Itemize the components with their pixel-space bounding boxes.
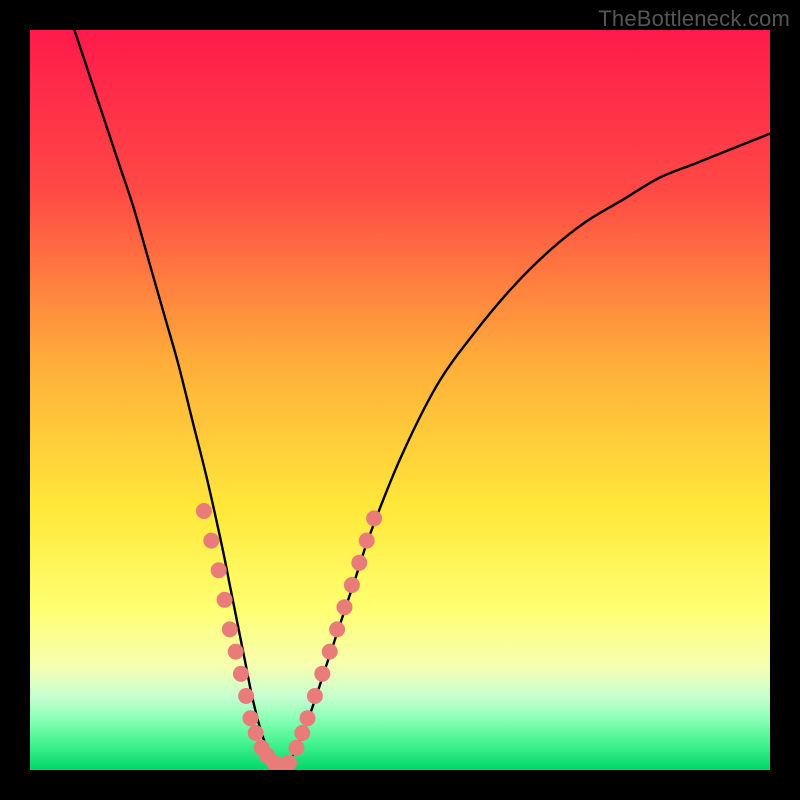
gradient-background: [30, 30, 770, 770]
data-marker: [329, 621, 345, 637]
data-marker: [228, 644, 244, 660]
data-marker: [196, 503, 212, 519]
data-marker: [288, 740, 304, 756]
watermark-text: TheBottleneck.com: [598, 6, 790, 32]
data-marker: [211, 562, 227, 578]
data-marker: [307, 688, 323, 704]
data-marker: [322, 644, 338, 660]
data-marker: [217, 592, 233, 608]
data-marker: [294, 725, 310, 741]
chart-frame: [30, 30, 770, 770]
data-marker: [238, 688, 254, 704]
data-marker: [344, 577, 360, 593]
data-marker: [314, 666, 330, 682]
data-marker: [233, 666, 249, 682]
data-marker: [281, 755, 297, 770]
data-marker: [337, 599, 353, 615]
data-marker: [359, 533, 375, 549]
data-marker: [248, 725, 264, 741]
data-marker: [300, 710, 316, 726]
data-marker: [243, 710, 259, 726]
data-marker: [222, 621, 238, 637]
bottleneck-chart: [30, 30, 770, 770]
data-marker: [203, 533, 219, 549]
data-marker: [366, 510, 382, 526]
data-marker: [351, 555, 367, 571]
